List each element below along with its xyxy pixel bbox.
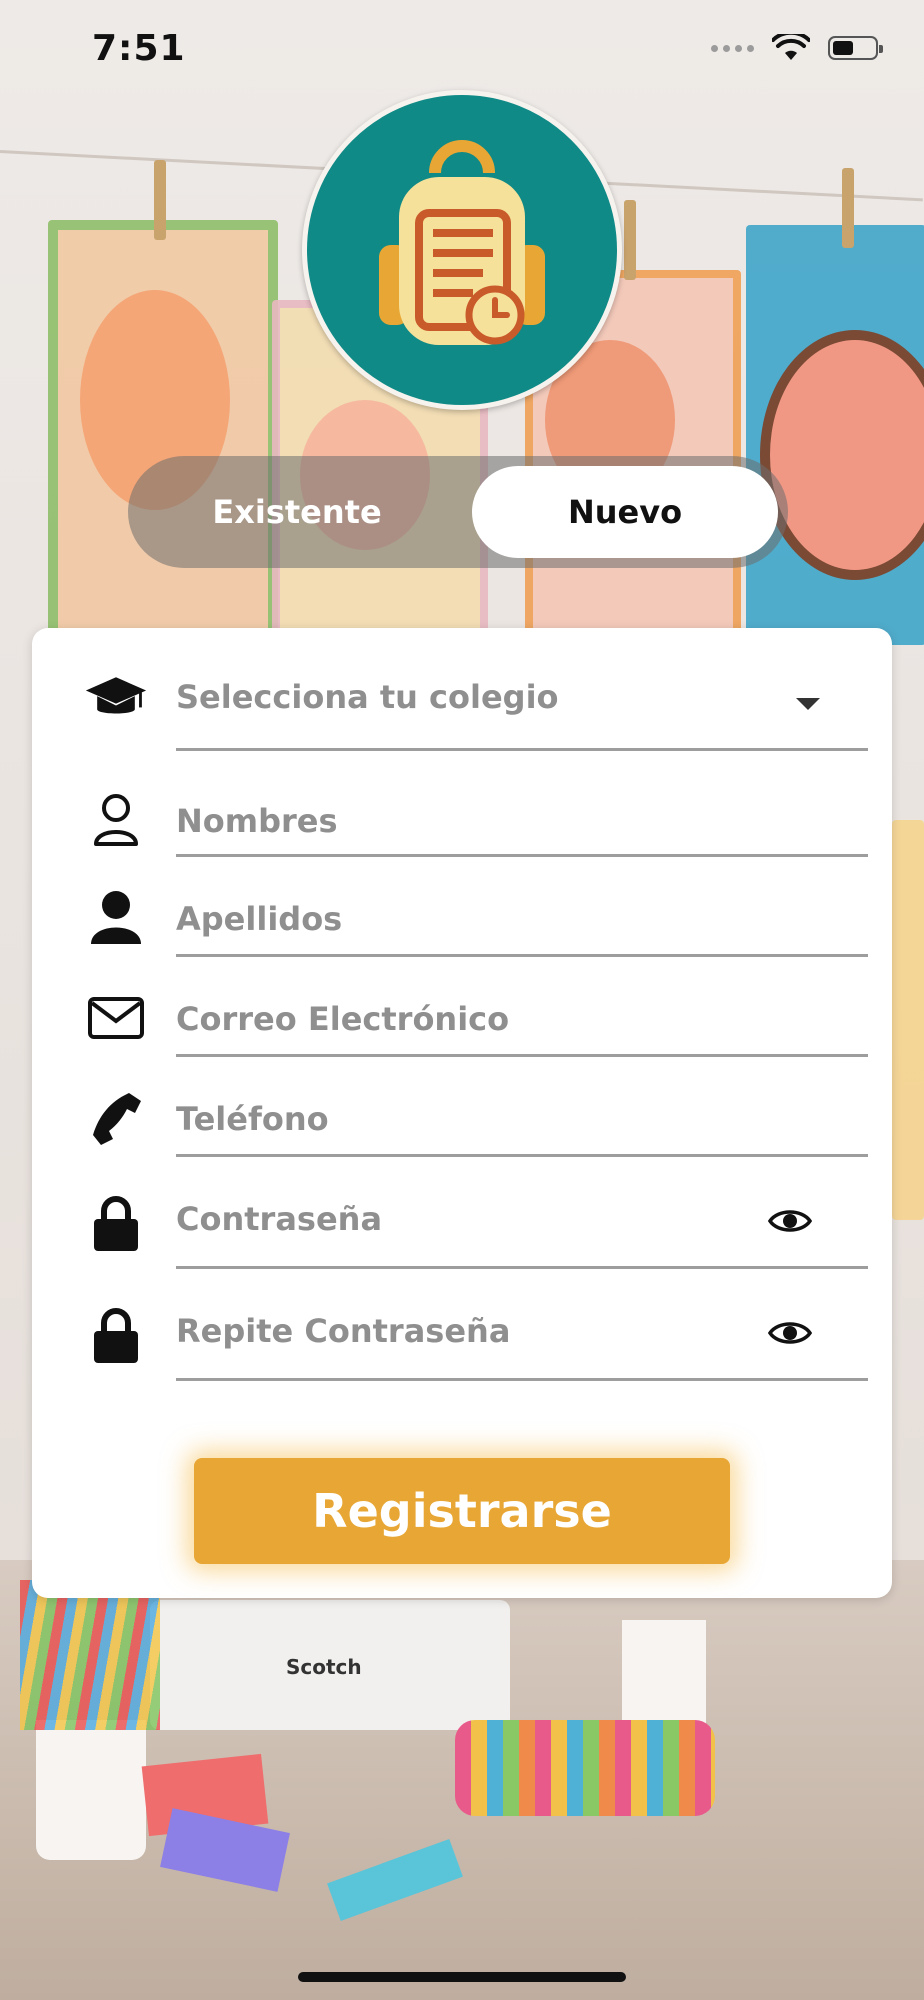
wifi-icon	[772, 34, 810, 60]
phone-underline	[176, 1154, 868, 1157]
email-underline	[176, 1054, 868, 1057]
school-select-underline	[176, 748, 868, 751]
drawing-5	[892, 820, 924, 1220]
eye-icon[interactable]	[768, 1318, 812, 1348]
chevron-down-icon	[796, 698, 820, 710]
washi-tape-roll	[455, 1720, 715, 1816]
email-input[interactable]	[176, 984, 868, 1054]
repeat-password-underline	[176, 1378, 868, 1381]
first-name-row	[32, 786, 892, 888]
first-name-underline	[176, 854, 868, 857]
repeat-password-row	[32, 1296, 892, 1402]
first-name-input[interactable]	[176, 786, 868, 856]
password-row	[32, 1184, 892, 1290]
clothes-pin-2	[624, 200, 636, 280]
tape-brand-label: Scotch	[286, 1655, 362, 1679]
lock-icon	[84, 1304, 148, 1368]
status-time: 7:51	[92, 28, 186, 69]
eye-icon[interactable]	[768, 1206, 812, 1236]
repeat-password-input[interactable]	[176, 1296, 868, 1366]
lock-icon	[84, 1192, 148, 1256]
password-underline	[176, 1266, 868, 1269]
graduation-cap-icon	[84, 666, 148, 730]
user-outline-icon	[84, 788, 148, 852]
last-name-input[interactable]	[176, 884, 868, 954]
status-icons	[711, 34, 883, 62]
register-button[interactable]: Registrarse	[194, 1458, 730, 1564]
clothes-pin-3	[842, 168, 854, 248]
phone-row	[32, 1084, 892, 1190]
signal-dots-icon	[711, 44, 754, 52]
backpack-clock-icon	[379, 140, 545, 345]
tab-existente[interactable]: Existente	[142, 466, 452, 558]
school-select[interactable]: Selecciona tu colegio	[32, 664, 892, 764]
user-filled-icon	[84, 886, 148, 950]
app-logo	[302, 90, 622, 410]
tab-nuevo[interactable]: Nuevo	[472, 466, 778, 558]
school-select-placeholder: Selecciona tu colegio	[176, 678, 559, 716]
phone-input[interactable]	[176, 1084, 868, 1154]
mail-icon	[84, 986, 148, 1050]
last-name-underline	[176, 954, 868, 957]
battery-icon	[828, 36, 883, 60]
last-name-row	[32, 884, 892, 990]
pencils	[20, 1580, 160, 1730]
phone-icon	[84, 1086, 148, 1150]
email-row	[32, 984, 892, 1090]
login-mode-toggle: Existente Nuevo	[128, 456, 788, 568]
clothes-pin-1	[154, 160, 166, 240]
home-indicator[interactable]	[298, 1972, 626, 1982]
register-form-card: Selecciona tu colegio Nombres Apellidos …	[32, 628, 892, 1598]
status-bar: 7:51	[0, 0, 924, 100]
password-input[interactable]	[176, 1184, 868, 1254]
pencil-cup-left	[36, 1720, 146, 1860]
